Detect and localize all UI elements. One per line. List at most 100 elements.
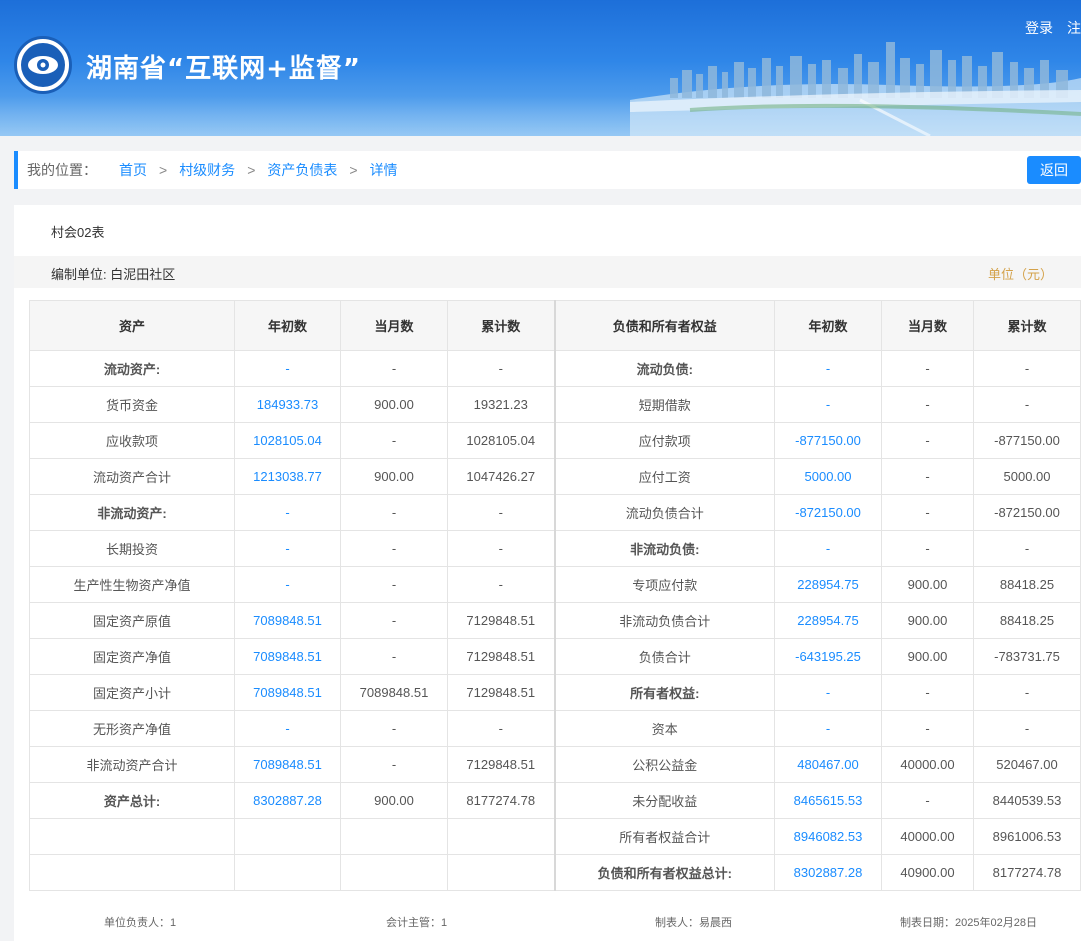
value-cell: - [234,494,341,531]
report-date: 制表日期：2025年02月28日 [900,917,1037,929]
value-cell: - [973,710,1081,747]
value-cell: - [973,530,1081,567]
row-label-cell: 专项应付款 [553,566,775,603]
table-row: 流动资产: - - - 流动负债: - - - [29,350,1081,387]
value-cell: 480467.00 [774,746,882,783]
row-label-cell: 流动负债: [553,350,775,387]
breadcrumb-detail[interactable]: 详情 [370,160,398,180]
value-cell: - [973,674,1081,711]
value-cell: - [881,782,974,819]
row-label-cell: 资产总计: [29,782,235,819]
table-row: 负债和所有者权益总计: 8302887.28 40900.00 8177274.78 [29,854,1081,891]
table-row: 长期投资 - - - 非流动负债: - - - [29,530,1081,567]
value-cell: 7129848.51 [447,638,555,675]
value-cell [234,854,341,891]
value-cell: 5000.00 [973,458,1081,495]
value-cell: - [340,422,448,459]
value-cell: 900.00 [881,566,974,603]
table-row: 固定资产净值 7089848.51-7129848.51 负债合计 -643195.2… [29,638,1081,675]
value-cell: -783731.75 [973,638,1081,675]
value-cell: - [234,350,341,387]
value-cell: 40900.00 [881,854,974,891]
balance-sheet-table: 资产 年初数 当月数 累计数 负债和所有者权益 年初数 当月数 累计数 流动资产: - - - 流动负… [29,300,1081,891]
value-cell: 7129848.51 [447,674,555,711]
value-cell: - [881,386,974,423]
value-cell: - [774,386,882,423]
value-cell: 520467.00 [973,746,1081,783]
value-cell: - [973,350,1081,387]
column-header: 资产 [29,300,235,351]
value-cell: 7089848.51 [234,746,341,783]
value-cell: - [234,530,341,567]
value-cell: -872150.00 [774,494,882,531]
table-row: 非流动资产合计 7089848.51-7129848.51 公积公益金 480467.… [29,746,1081,783]
row-label-cell: 非流动负债合计 [553,602,775,639]
value-cell: 40000.00 [881,746,974,783]
unit-label: 单位（元） [987,267,1053,282]
table-header-row: 资产 年初数 当月数 累计数 负债和所有者权益 年初数 当月数 累计数 [29,300,1081,351]
value-cell: 7089848.51 [340,674,448,711]
column-header: 年初数 [234,300,341,351]
value-cell: - [881,422,974,459]
value-cell: 1028105.04 [447,422,555,459]
value-cell: 8302887.28 [234,782,341,819]
preparer: 制表人：易晨西 [655,917,732,929]
value-cell: - [447,710,555,747]
row-label-cell: 负债合计 [553,638,775,675]
value-cell: 7089848.51 [234,602,341,639]
value-cell: - [881,494,974,531]
value-cell: 40000.00 [881,818,974,855]
value-cell: 8302887.28 [774,854,882,891]
row-label-cell: 流动负债合计 [553,494,775,531]
column-header: 当月数 [340,300,448,351]
value-cell: -872150.00 [973,494,1081,531]
row-label-cell: 负债和所有者权益总计: [553,854,775,891]
value-cell: - [774,530,882,567]
value-cell: 8177274.78 [973,854,1081,891]
value-cell: 228954.75 [774,602,882,639]
form-code: 村会02表 [51,225,105,240]
value-cell [340,818,448,855]
value-cell [234,818,341,855]
value-cell: - [973,386,1081,423]
value-cell: 7129848.51 [447,746,555,783]
row-label-cell: 固定资产原值 [29,602,235,639]
value-cell: - [774,710,882,747]
value-cell: 1028105.04 [234,422,341,459]
row-label-cell: 所有者权益合计 [553,818,775,855]
site-title: 湖南省“互联网+监督” [86,54,361,84]
login-link[interactable]: 登录 [1025,20,1053,36]
value-cell: 7089848.51 [234,674,341,711]
breadcrumb-balance-sheet[interactable]: 资产负债表 [267,160,337,180]
value-cell: - [447,494,555,531]
breadcrumb-village-finance[interactable]: 村级财务 [179,160,235,180]
row-label-cell: 短期借款 [553,386,775,423]
value-cell: 5000.00 [774,458,882,495]
breadcrumb-separator: > [159,162,168,178]
value-cell: 19321.23 [447,386,555,423]
table-row: 所有者权益合计 8946082.53 40000.00 8961006.53 [29,818,1081,855]
value-cell [447,818,555,855]
table-row: 非流动资产: - - - 流动负债合计 -872150.00- -872150.00 [29,494,1081,531]
value-cell: 88418.25 [973,602,1081,639]
value-cell: 8440539.53 [973,782,1081,819]
value-cell: - [340,638,448,675]
breadcrumb-home[interactable]: 首页 [119,160,147,180]
value-cell: - [340,566,448,603]
value-cell: - [774,350,882,387]
value-cell: 900.00 [340,386,448,423]
value-cell: 8465615.53 [774,782,882,819]
row-label-cell: 应收款项 [29,422,235,459]
value-cell: -877150.00 [774,422,882,459]
breadcrumb: 我的位置： 首页 > 村级财务 > 资产负债表 > 详情 返回 [14,151,1081,189]
row-label-cell: 流动资产: [29,350,235,387]
back-button[interactable]: 返回 [1027,156,1081,184]
row-label-cell [29,854,235,891]
value-cell: - [234,566,341,603]
site-logo[interactable] [14,36,72,94]
row-label-cell: 非流动负债: [553,530,775,567]
register-link[interactable]: 注 [1067,20,1081,36]
breadcrumb-prefix: 我的位置： [27,162,97,178]
column-header: 累计数 [973,300,1081,351]
value-cell: 8177274.78 [447,782,555,819]
